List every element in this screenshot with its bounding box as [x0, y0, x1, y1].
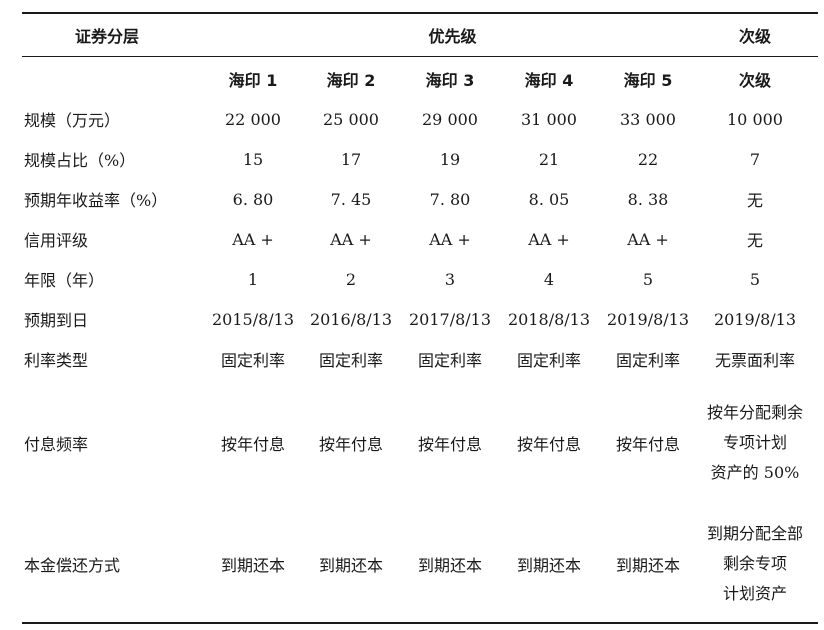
- table-cell: 固定利率: [615, 351, 680, 370]
- table-cell: 无票面利率: [714, 351, 795, 370]
- row-label: 年限（年）: [24, 271, 105, 290]
- table-cell: 10 000: [727, 109, 783, 129]
- row-label: 规模占比（%）: [24, 151, 136, 170]
- table-cell: 到期还本: [516, 556, 581, 575]
- payment-frequency-label: 付息频率: [24, 435, 89, 454]
- table-cell: 到期还本: [220, 556, 285, 575]
- table-cell: 2018/8/13: [507, 309, 591, 329]
- table-cell: 7: [749, 149, 761, 169]
- header-tranche-label: 证券分层: [75, 27, 140, 46]
- header-column-6: 次级: [738, 71, 771, 90]
- table-cell: 5: [642, 269, 654, 289]
- table-cell: 固定利率: [220, 351, 285, 370]
- table-cell: 3: [444, 269, 456, 289]
- table-cell: AA +: [330, 229, 372, 249]
- header-subordinate-group: 次级: [738, 27, 771, 46]
- table-cell: 固定利率: [417, 351, 482, 370]
- table-cell: 21: [538, 149, 560, 169]
- header-column-5: 海印 5: [623, 71, 673, 90]
- subordinate-line: 按年分配剩余: [706, 403, 803, 422]
- table-cell: 7. 45: [330, 189, 372, 209]
- table-cell: 2015/8/13: [211, 309, 295, 329]
- table-cell: 22 000: [225, 109, 281, 129]
- header-divider-rule: [22, 56, 818, 57]
- table-cell: 22: [637, 149, 659, 169]
- subordinate-line: 计划资产: [722, 584, 787, 603]
- table-cell: 按年付息: [417, 435, 482, 454]
- header-column-2: 海印 2: [326, 71, 376, 90]
- table-bottom-rule: [22, 622, 818, 624]
- table-cell: 2019/8/13: [606, 309, 690, 329]
- row-label: 规模（万元）: [24, 111, 121, 130]
- row-label: 信用评级: [24, 231, 89, 250]
- table-cell: 固定利率: [516, 351, 581, 370]
- table-cell: 2016/8/13: [309, 309, 393, 329]
- table-cell: 7. 80: [429, 189, 471, 209]
- header-column-3: 海印 3: [425, 71, 475, 90]
- table-cell: 按年付息: [615, 435, 680, 454]
- table-cell: 8. 38: [627, 189, 669, 209]
- table-cell: 1: [247, 269, 259, 289]
- table-cell: 到期还本: [318, 556, 383, 575]
- table-cell: 4: [543, 269, 555, 289]
- table-cell: AA +: [528, 229, 570, 249]
- table-cell: 29 000: [422, 109, 478, 129]
- table-cell: AA +: [232, 229, 274, 249]
- table-cell: 固定利率: [318, 351, 383, 370]
- table-cell: 2017/8/13: [408, 309, 492, 329]
- table-cell: 6. 80: [232, 189, 274, 209]
- table-cell: AA +: [429, 229, 471, 249]
- table-cell: 无: [746, 231, 763, 250]
- row-label: 预期到日: [24, 311, 89, 330]
- payment-frequency-subordinate-cell: 按年分配剩余 专项计划资产的 50%: [690, 393, 820, 493]
- table-cell: 按年付息: [220, 435, 285, 454]
- table-cell: 25 000: [323, 109, 379, 129]
- table-cell: 无: [746, 191, 763, 210]
- row-label: 预期年收益率（%）: [24, 191, 168, 210]
- table-cell: 15: [242, 149, 264, 169]
- table-cell: 2019/8/13: [713, 309, 797, 329]
- table-cell: 到期还本: [615, 556, 680, 575]
- header-column-4: 海印 4: [524, 71, 574, 90]
- subordinate-line: 专项计划: [722, 433, 787, 452]
- header-column-1: 海印 1: [228, 71, 278, 90]
- table-top-rule: [22, 12, 818, 14]
- table-cell: 2: [345, 269, 357, 289]
- row-label: 利率类型: [24, 351, 89, 370]
- table-cell: 按年付息: [318, 435, 383, 454]
- table-cell: 31 000: [521, 109, 577, 129]
- table-cell: 8. 05: [528, 189, 570, 209]
- table-cell: AA +: [627, 229, 669, 249]
- table-cell: 33 000: [620, 109, 676, 129]
- subordinate-line: 资产的 50%: [710, 463, 800, 482]
- table-cell: 5: [749, 269, 761, 289]
- subordinate-line: 剩余专项: [722, 554, 787, 573]
- principal-repayment-label: 本金偿还方式: [24, 556, 121, 575]
- table-cell: 17: [340, 149, 362, 169]
- table-cell: 按年付息: [516, 435, 581, 454]
- table-cell: 19: [439, 149, 461, 169]
- securities-tranche-table: 证券分层 优先级 次级 海印 1 海印 2 海印 3 海印 4 海印 5 次级 规模（万元…: [0, 0, 824, 630]
- principal-repayment-subordinate-cell: 到期分配全部 剩余专项计划资产: [690, 514, 820, 614]
- header-priority-group: 优先级: [428, 27, 477, 46]
- subordinate-line: 到期分配全部: [706, 524, 803, 543]
- table-cell: 到期还本: [417, 556, 482, 575]
